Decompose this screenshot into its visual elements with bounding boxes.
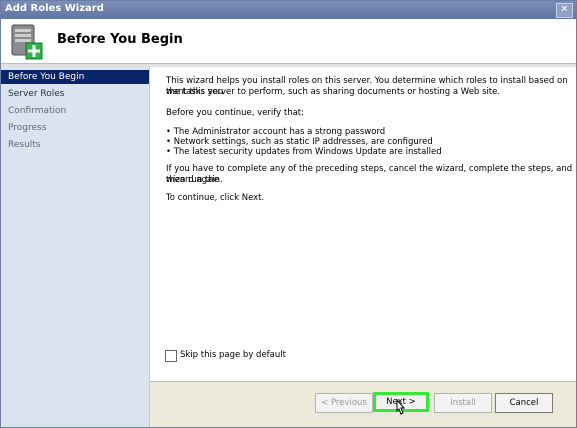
checklist-item-text: The latest security updates from Windows… bbox=[173, 147, 442, 157]
sidebar-item-results: Results bbox=[8, 140, 41, 150]
continue-instruction: To continue, click Next. bbox=[166, 193, 265, 203]
steps-text-line-2: wizard again. bbox=[166, 175, 223, 185]
verify-heading: Before you continue, verify that: bbox=[166, 108, 304, 118]
checklist-item: • The latest security updates from Windo… bbox=[166, 147, 442, 157]
skip-page-label[interactable]: Skip this page by default bbox=[180, 350, 286, 361]
install-button[interactable]: Install bbox=[434, 393, 492, 413]
add-roles-wizard-window: Add Roles Wizard ✕ Before You Begin Befo… bbox=[0, 0, 577, 428]
cancel-button[interactable]: Cancel bbox=[495, 393, 553, 413]
mouse-pointer-icon bbox=[396, 399, 406, 415]
wizard-header: Before You Begin bbox=[1, 19, 576, 64]
wizard-content-pane: This wizard helps you install roles on t… bbox=[150, 67, 576, 381]
skip-page-checkbox[interactable] bbox=[165, 350, 177, 362]
checklist-item-text: The Administrator account has a strong p… bbox=[173, 127, 386, 137]
previous-button[interactable]: < Previous bbox=[315, 393, 373, 413]
title-bar[interactable]: Add Roles Wizard ✕ bbox=[1, 1, 576, 19]
sidebar-item-progress: Progress bbox=[8, 123, 47, 133]
steps-text-line-1: If you have to complete any of the prece… bbox=[166, 164, 573, 185]
wizard-step-sidebar: Before You Begin Server Roles Confirmati… bbox=[1, 67, 150, 427]
intro-text-line-2: want this server to perform, such as sha… bbox=[166, 87, 501, 97]
sidebar-item-before-you-begin[interactable]: Before You Begin bbox=[1, 70, 149, 84]
sidebar-item-confirmation: Confirmation bbox=[8, 106, 67, 116]
server-roles-add-icon bbox=[11, 24, 43, 60]
close-icon[interactable]: ✕ bbox=[556, 3, 573, 18]
sidebar-item-server-roles[interactable]: Server Roles bbox=[1, 87, 149, 101]
checklist-item-text: Network settings, such as static IP addr… bbox=[173, 137, 433, 147]
button-bar-separator bbox=[150, 381, 576, 382]
window-title: Add Roles Wizard bbox=[5, 3, 104, 14]
page-title: Before You Begin bbox=[57, 32, 183, 47]
